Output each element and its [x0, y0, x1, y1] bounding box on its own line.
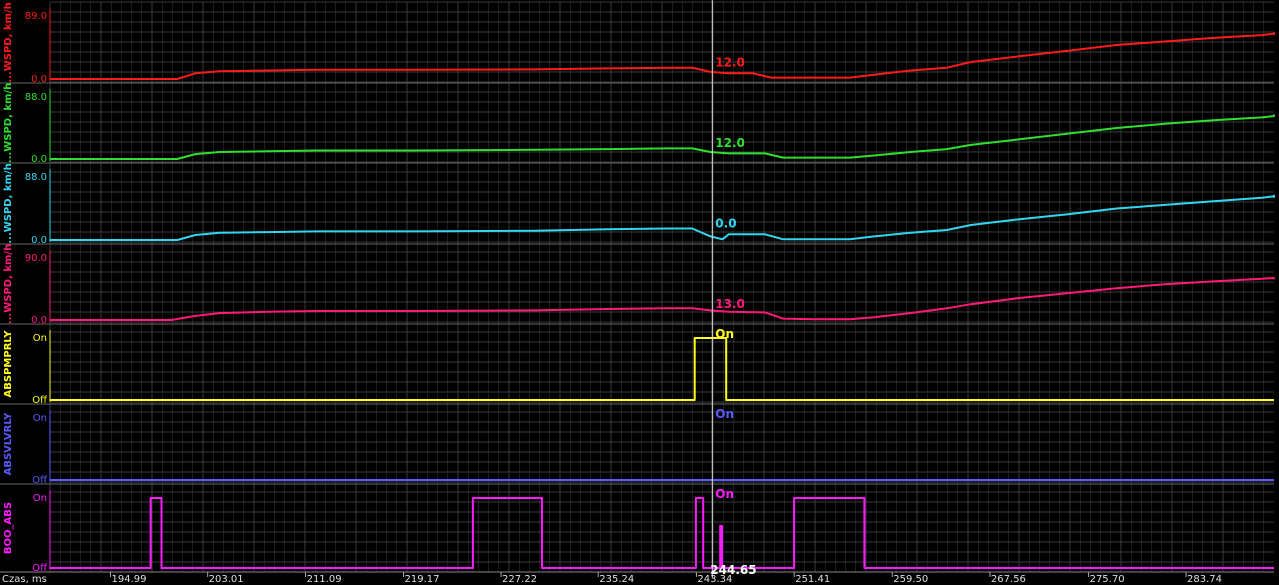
cursor-time-readout: 244.65 [710, 563, 756, 577]
grid [0, 1, 1274, 573]
series-ymin-label: 0.0 [31, 154, 47, 165]
series-name: ABSVLVRLY [3, 412, 14, 476]
x-tick-label: 259.50 [893, 574, 928, 585]
series-ymin-label: 0.0 [31, 235, 47, 246]
series-cursor-value: 0.0 [715, 217, 736, 231]
series-ymax-label: 89.0 [25, 11, 47, 22]
series-ymax-label: On [33, 333, 47, 344]
series-ymin-label: Off [32, 395, 48, 406]
series-name: ...WSPD, km/h [3, 2, 14, 82]
series-ymax-label: 90.0 [25, 253, 47, 264]
x-tick-label: 275.70 [1090, 574, 1125, 585]
signal-viewer: ...WSPD, km/h 89.0 0.0 12.0 ...WSPD, km/h 88.… [0, 0, 1279, 585]
x-tick-label: 219.17 [405, 574, 440, 585]
series-2: ...WSPD, km/h 88.0 0.0 0.0 [3, 163, 1275, 246]
x-axis-label: Czas, ms [2, 574, 47, 585]
series-3: ...WSPD, km/h 90.0 0.0 13.0 [3, 244, 1275, 326]
series-6: BOO_ABSOnOffOn [3, 487, 1274, 574]
series-4: ABSPMPRLY On Off On [3, 327, 1274, 406]
series-0: ...WSPD, km/h 89.0 0.0 12.0 [3, 2, 1275, 85]
series-1: ...WSPD, km/h 88.0 0.0 12.0 [3, 83, 1275, 165]
series-name: BOO_ABS [3, 502, 14, 554]
series-ymax-label: On [33, 413, 47, 424]
series-5: ABSVLVRLY On Off On [3, 407, 1274, 486]
series-cursor-value: On [715, 407, 734, 421]
series-cursor-value: 12.0 [715, 136, 745, 150]
series-ymin-label: 0.0 [31, 315, 47, 326]
series-ymax-label: 88.0 [25, 92, 47, 103]
series-name: ...WSPD, km/h [3, 83, 14, 163]
signal-chart: ...WSPD, km/h 89.0 0.0 12.0 ...WSPD, km/h 88.… [0, 0, 1275, 585]
x-tick-label: 194.99 [111, 574, 146, 585]
x-tick-label: 235.24 [599, 574, 634, 585]
series-cursor-value: 12.0 [715, 56, 745, 70]
series-ymax-label: 88.0 [25, 172, 47, 183]
series-cursor-value: 13.0 [715, 297, 745, 311]
series-cursor-value: On [715, 487, 734, 501]
series-ymin-label: 0.0 [31, 74, 47, 85]
x-tick-label: 283.74 [1187, 574, 1222, 585]
series-name: ...WSPD, km/h [3, 163, 14, 243]
series-ymin-label: Off [32, 475, 48, 486]
x-tick-label: 203.01 [209, 574, 244, 585]
series-ymax-label: On [33, 493, 47, 504]
x-tick-label: 251.41 [795, 574, 830, 585]
x-tick-label: 267.56 [991, 574, 1026, 585]
series-name: ...WSPD, km/h [3, 244, 14, 324]
series-cursor-value: On [715, 327, 734, 341]
x-tick-label: 227.22 [502, 574, 537, 585]
x-tick-label: 211.09 [307, 574, 342, 585]
x-axis: Czas, ms 194.99 203.01 211.09 219.17 227.22 23… [0, 571, 1274, 585]
series-name: ABSPMPRLY [3, 330, 14, 398]
